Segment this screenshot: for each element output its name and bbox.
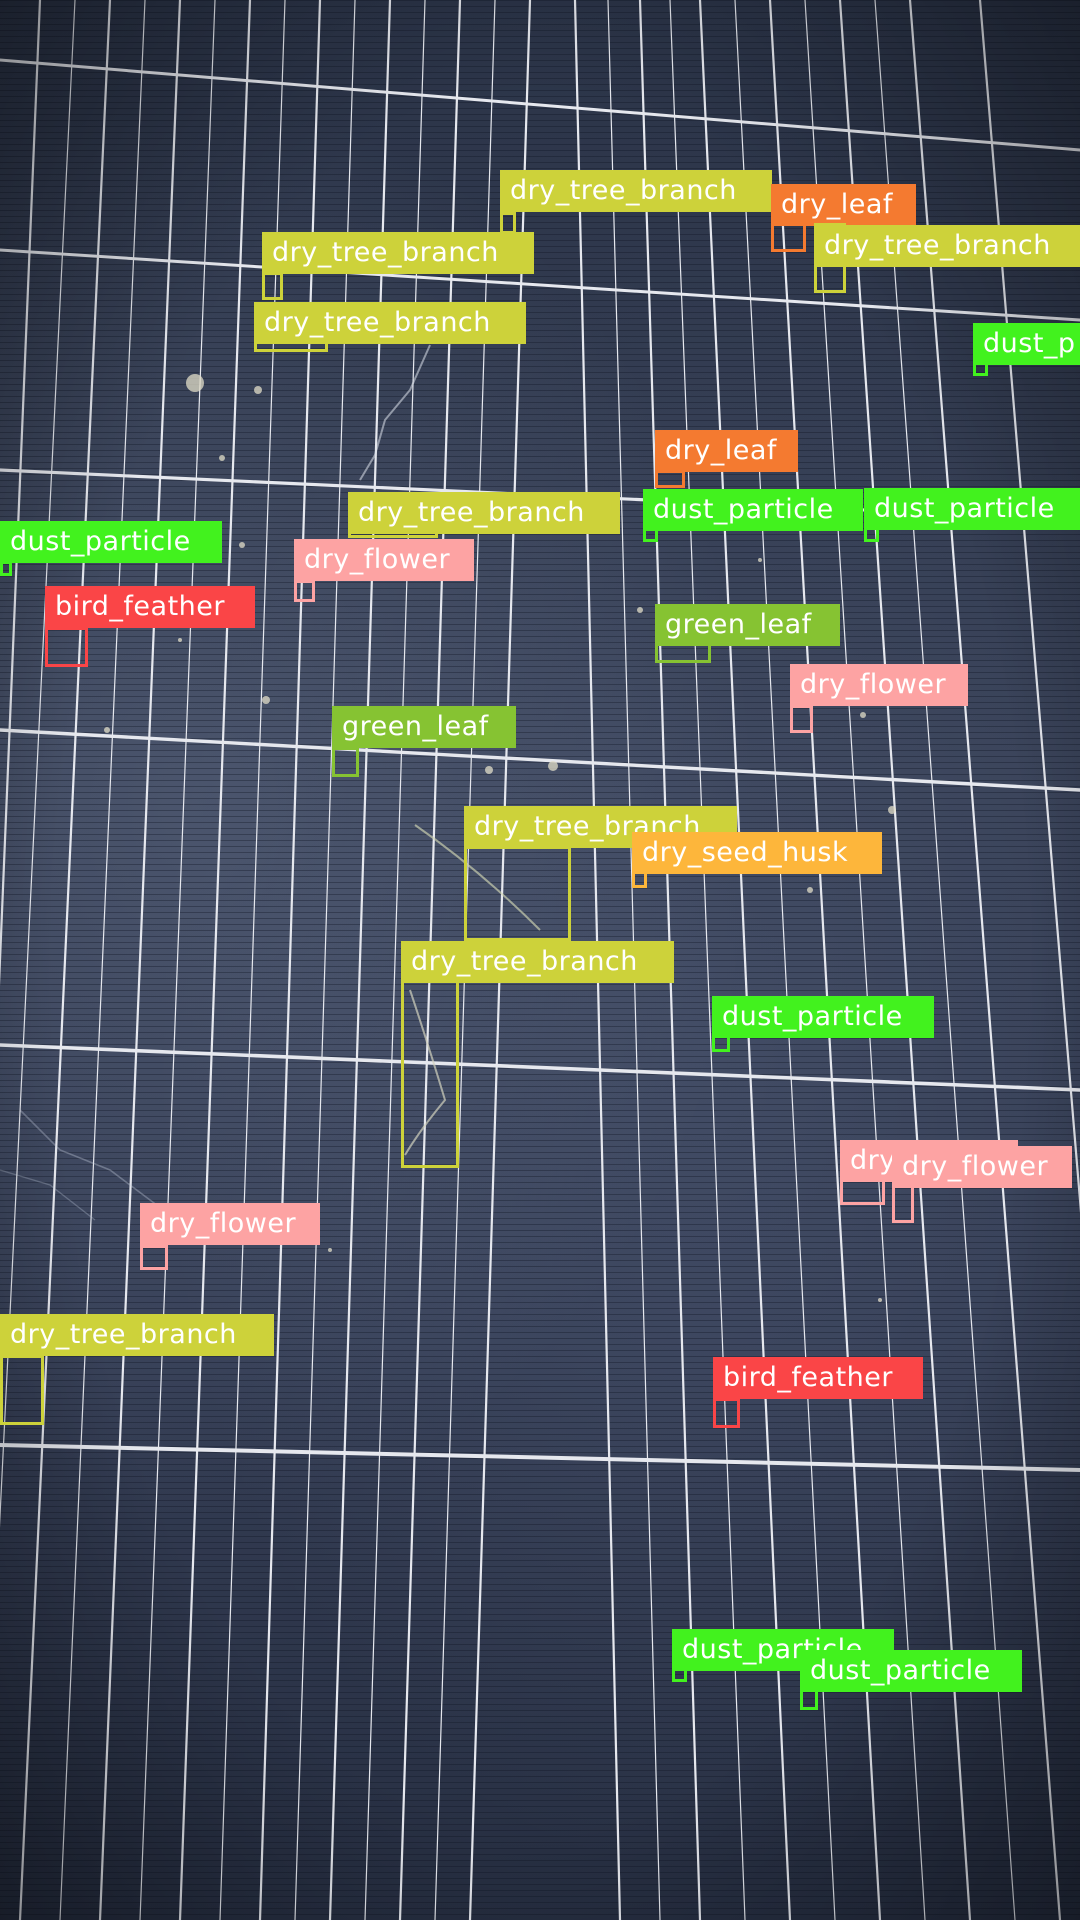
dust-particle-label: dust_particle — [0, 521, 222, 563]
dust-particle-label: dust_particle — [712, 996, 934, 1038]
dry-tree-branch-bbox — [262, 272, 283, 300]
dry-leaf-bbox — [655, 470, 685, 488]
dry-flower-bbox — [294, 580, 315, 602]
dry-flower-label: dry_flower — [790, 664, 968, 706]
dry-flower-bbox — [892, 1185, 914, 1223]
dry-tree-branch-bbox — [464, 846, 571, 941]
solar-panel-photo: dry_tree_branch dry_leaf dry_tree_branch dr… — [0, 0, 1080, 1920]
dry-tree-branch-label: dry_tree_branch — [0, 1314, 274, 1356]
bird-feather-label: bird_feather — [713, 1357, 923, 1399]
dry-flower-label: dry_flower — [892, 1146, 1072, 1188]
dry-tree-branch-label: dry_tree_branch — [814, 225, 1080, 267]
bird-feather-label: bird_feather — [45, 586, 255, 628]
bird-feather-bbox — [45, 627, 88, 667]
dust-particle-bbox — [0, 561, 12, 576]
dry-leaf-label: dry_leaf — [655, 430, 798, 472]
bird-feather-bbox — [713, 1398, 740, 1428]
dust-particle-label: dust_p — [973, 323, 1080, 365]
dry-leaf-label: dry_leaf — [771, 184, 916, 226]
green-leaf-label: green_leaf — [332, 706, 516, 748]
dry-flower-label: dry_flower — [140, 1203, 320, 1245]
dry-flower-label: dry_flower — [294, 539, 474, 581]
dry-tree-branch-bbox — [401, 980, 459, 1168]
green-leaf-label: green_leaf — [655, 604, 840, 646]
dust-particle-label: dust_particle — [864, 488, 1080, 530]
dust-particle-label: dust_particle — [800, 1650, 1022, 1692]
dry-tree-branch-label: dry_tree_branch — [500, 170, 772, 212]
dry-tree-branch-label: dry_tree_branch — [262, 232, 534, 274]
dry-tree-branch-label: dry_tree_branch — [401, 941, 674, 983]
dust-particle-label: dust_particle — [643, 489, 863, 531]
dry-tree-branch-bbox — [0, 1355, 44, 1425]
dry-tree-branch-label: dry_tree_branch — [254, 302, 526, 344]
green-leaf-bbox — [332, 747, 359, 777]
dry-seed-husk-label: dry_seed_husk — [632, 832, 882, 874]
dry-flower-bbox — [140, 1245, 168, 1270]
dry-flower-bbox — [790, 705, 813, 733]
dry-tree-branch-bbox — [500, 212, 516, 234]
dry-tree-branch-label: dry_tree_branch — [348, 492, 620, 534]
dry-leaf-bbox — [771, 222, 806, 252]
